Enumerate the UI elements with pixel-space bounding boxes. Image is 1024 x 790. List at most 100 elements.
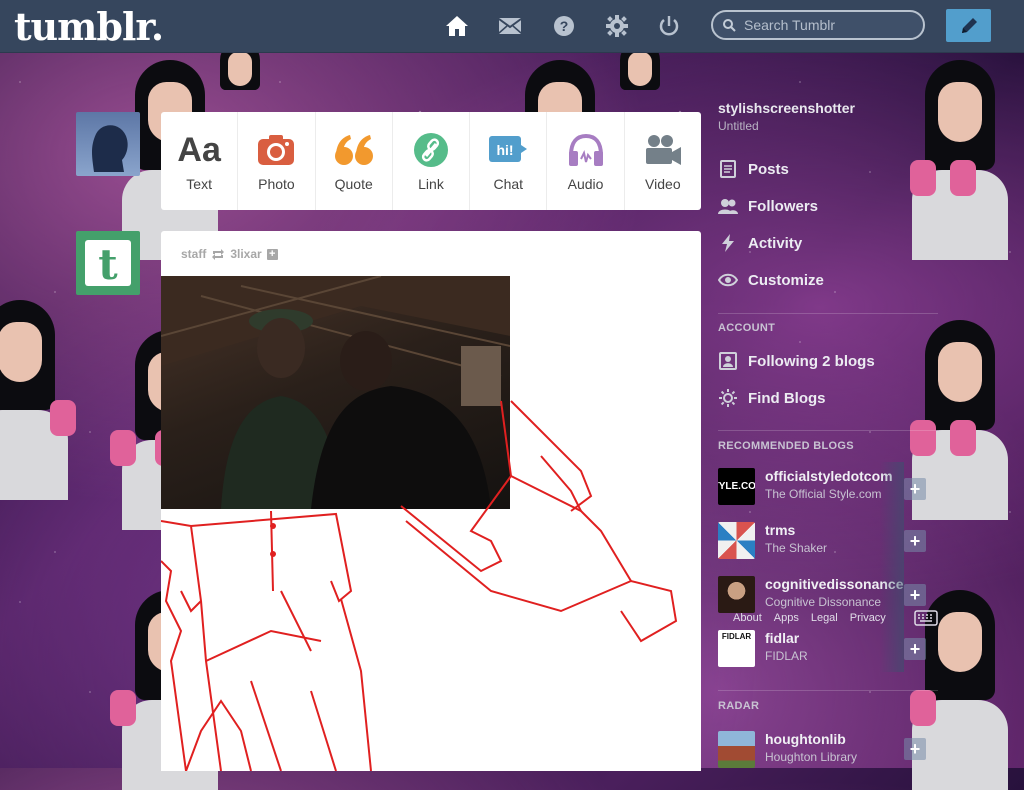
top-bar: tumblr. ? (0, 0, 1024, 53)
footer-link-about[interactable]: About (733, 612, 762, 624)
sidebar-item-label: Customize (748, 271, 824, 289)
home-icon[interactable] (443, 12, 471, 40)
svg-text:t: t (98, 240, 118, 288)
following-icon (718, 351, 738, 371)
posts-icon (718, 159, 738, 179)
user-avatar[interactable] (76, 112, 140, 176)
search-icon (723, 18, 736, 32)
blog-subtitle: Untitled (718, 119, 759, 133)
quote-icon (334, 130, 374, 170)
post-type-label: Chat (493, 176, 524, 192)
dashboard-post: staff 3lixar + (161, 231, 701, 771)
sidebar-divider (718, 430, 938, 431)
sidebar-item-label: Activity (748, 234, 803, 252)
post-type-chat-button[interactable]: hi! Chat (470, 112, 548, 210)
blog-name[interactable]: stylishscreenshotter (718, 100, 938, 116)
sidebar-item-posts[interactable]: Posts (718, 159, 789, 179)
recommended-blog-desc: FIDLAR (765, 649, 808, 663)
radar-heading: RADAR (718, 700, 760, 712)
follow-blog-button[interactable]: + (904, 478, 926, 500)
sidebar: stylishscreenshotter Untitled (718, 100, 938, 133)
svg-text:?: ? (560, 18, 569, 34)
follow-blog-button[interactable]: + (904, 584, 926, 606)
blog-thumbnail (718, 522, 755, 559)
sidebar-item-label: Followers (748, 197, 819, 215)
sidebar-footer: About Apps Legal Privacy (733, 612, 886, 624)
post-type-bar: Aa Text Photo Quote Link hi! Chat Audio … (161, 112, 701, 210)
account-heading: ACCOUNT (718, 322, 776, 334)
recommended-blog-desc: The Shaker (765, 541, 828, 555)
sidebar-divider (718, 313, 938, 314)
sidebar-item-label: Following 2 blogs (748, 352, 875, 370)
plus-icon: + (909, 738, 921, 759)
post-type-audio-button[interactable]: Audio (547, 112, 625, 210)
blog-thumbnail: FIDLAR (718, 630, 755, 667)
plus-icon: + (909, 478, 921, 499)
plus-icon: + (909, 584, 921, 605)
tumblr-logo[interactable]: tumblr. (14, 4, 164, 49)
radar-blog[interactable]: houghtonlib Houghton Library (718, 731, 908, 771)
headphones-icon (566, 130, 606, 170)
recommended-blog-desc: Cognitive Dissonance (765, 595, 882, 609)
staff-avatar[interactable]: t (76, 231, 140, 295)
eye-icon (718, 270, 738, 290)
follow-blog-button[interactable]: + (904, 638, 926, 660)
follow-blog-button[interactable]: + (904, 738, 926, 760)
recommended-blog-name: trms (765, 522, 796, 538)
plus-icon: + (909, 638, 921, 659)
post-type-quote-button[interactable]: Quote (316, 112, 393, 210)
sidebar-item-label: Find Blogs (748, 389, 826, 407)
recommended-heading: RECOMMENDED BLOGS (718, 440, 854, 452)
blog-thumbnail: STYLE.COM/ (718, 468, 755, 505)
gear-icon[interactable] (603, 12, 631, 40)
sidebar-divider (718, 690, 938, 691)
search-box[interactable] (711, 10, 925, 40)
post-type-label: Video (645, 176, 681, 192)
recommended-blog-desc: The Official Style.com (765, 487, 882, 501)
radar-blog-desc: Houghton Library (765, 750, 858, 764)
sidebar-item-customize[interactable]: Customize (718, 270, 824, 290)
blog-thumbnail (718, 576, 755, 613)
followers-icon (718, 196, 738, 216)
camera-icon (257, 130, 295, 170)
power-icon[interactable] (655, 12, 683, 40)
post-type-label: Photo (258, 176, 295, 192)
mail-icon[interactable] (496, 12, 524, 40)
recommended-blog-name: fidlar (765, 630, 800, 646)
footer-link-legal[interactable]: Legal (811, 612, 838, 624)
post-type-text-button[interactable]: Aa Text (161, 112, 239, 210)
sidebar-scroll-fade (880, 462, 904, 672)
footer-link-privacy[interactable]: Privacy (850, 612, 886, 624)
sidebar-item-following[interactable]: Following 2 blogs (718, 351, 875, 371)
find-blogs-icon (718, 388, 738, 408)
radar-blog-name: houghtonlib (765, 731, 846, 747)
blog-thumbnail (718, 731, 755, 768)
sidebar-item-find-blogs[interactable]: Find Blogs (718, 388, 826, 408)
post-type-label: Text (186, 176, 212, 192)
lightning-icon (718, 233, 738, 253)
post-type-photo-button[interactable]: Photo (238, 112, 316, 210)
sidebar-item-followers[interactable]: Followers (718, 196, 818, 216)
text-icon: Aa (177, 130, 221, 169)
post-type-label: Quote (334, 176, 373, 192)
post-type-label: Link (418, 176, 444, 192)
footer-link-apps[interactable]: Apps (774, 612, 799, 624)
keyboard-shortcuts-icon[interactable] (914, 610, 938, 631)
pencil-icon (959, 16, 979, 36)
link-icon (413, 130, 449, 170)
search-input[interactable] (742, 16, 916, 34)
svg-text:hi!: hi! (497, 142, 514, 158)
help-icon[interactable]: ? (550, 12, 578, 40)
sidebar-item-activity[interactable]: Activity (718, 233, 802, 253)
follow-blog-button[interactable]: + (904, 530, 926, 552)
post-type-link-button[interactable]: Link (393, 112, 471, 210)
video-camera-icon (643, 130, 683, 170)
sidebar-item-label: Posts (748, 160, 789, 178)
post-type-label: Audio (567, 176, 604, 192)
post-type-video-button[interactable]: Video (625, 112, 701, 210)
chat-icon: hi! (488, 130, 528, 170)
compose-button[interactable] (946, 9, 991, 42)
plus-icon: + (909, 530, 921, 551)
post-sketch-drawing (161, 400, 678, 771)
recommended-blog-name: officialstyledotcom (765, 468, 893, 484)
